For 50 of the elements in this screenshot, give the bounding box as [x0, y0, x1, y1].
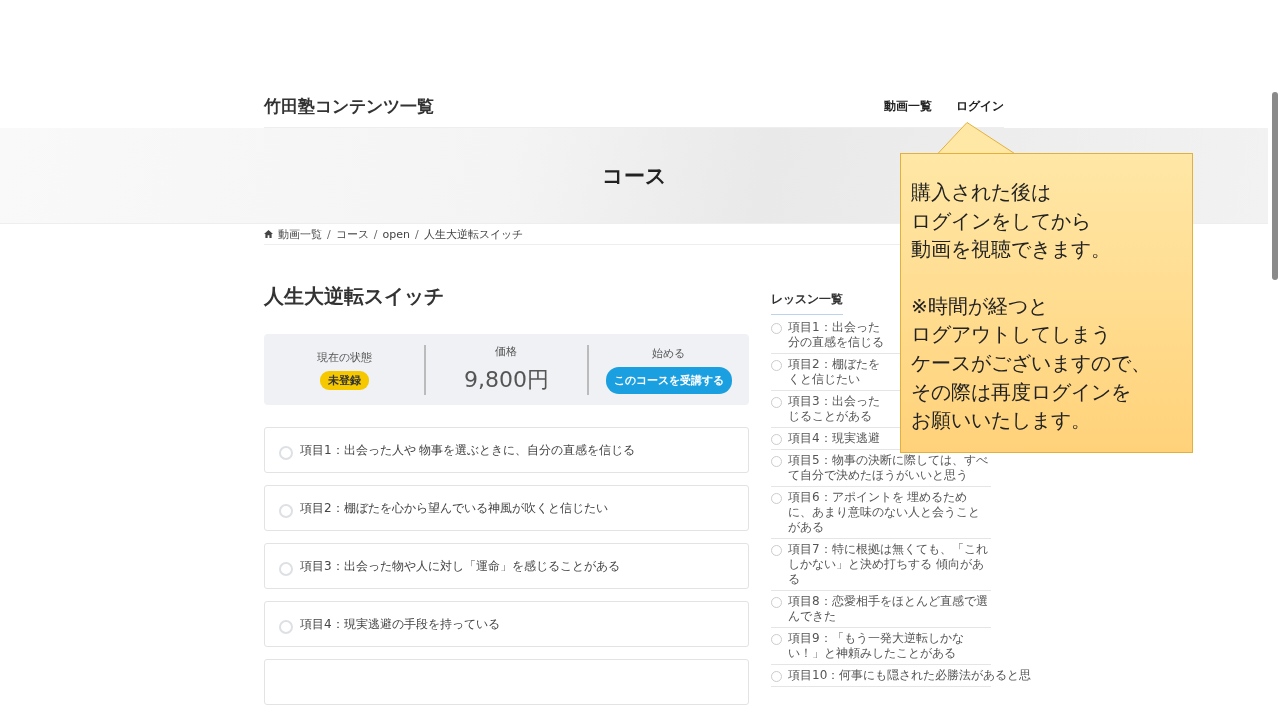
breadcrumb-separator: / — [373, 227, 378, 241]
price-label: 価格 — [495, 344, 518, 359]
lesson-link[interactable]: 項目7：特に根拠は無くても、「これしかない」と決め打ちする 傾向がある — [788, 542, 991, 587]
home-icon[interactable] — [264, 230, 273, 238]
nav-link[interactable]: 動画一覧 — [884, 97, 932, 115]
lesson-card[interactable]: 項目4：現実逃避の手段を持っている — [264, 601, 749, 647]
breadcrumb-link[interactable]: 動画一覧 — [278, 226, 322, 242]
callout-text: お願いいたします。 — [911, 407, 1092, 435]
page-heading: コース — [601, 162, 667, 190]
sidebar-title: レッスン一覧 — [771, 291, 843, 315]
status-badge: 未登録 — [319, 370, 369, 390]
lesson-card[interactable] — [264, 659, 749, 705]
lesson-card[interactable]: 項目2：棚ぼたを心から望んでいる神風が吹くと信じたい — [264, 485, 749, 531]
lesson-link[interactable]: じることがある — [788, 409, 872, 424]
lesson-title: 項目3：出会った物や人に対し「運命」を感じることがある — [300, 557, 620, 575]
lesson-link[interactable]: 項目2：棚ぼたを — [788, 357, 880, 372]
breadcrumb-separator: / — [414, 227, 419, 241]
nav-link[interactable]: ログイン — [956, 97, 1004, 115]
lesson-title: 項目1：出会った人や 物事を選ぶときに、自分の直感を信じる — [300, 441, 636, 459]
callout-text: ※時間が経つと — [911, 292, 1049, 320]
lesson-card[interactable]: 項目1：出会った人や 物事を選ぶときに、自分の直感を信じる — [264, 427, 749, 473]
lesson-link[interactable]: 項目8：恋愛相手をほとんど直感で選んできた — [788, 594, 991, 624]
callout-text: ログインをしてから — [911, 207, 1092, 235]
price-value: 9,800円 — [464, 366, 549, 394]
breadcrumb-current: 人生大逆転スイッチ — [423, 226, 523, 242]
lesson-link[interactable]: 項目1：出会った — [788, 320, 880, 335]
lesson-link[interactable]: 項目10：何事にも隠された必勝法があると思 — [788, 668, 1032, 683]
callout-text: ケースがございますので、 — [911, 349, 1152, 377]
lesson-card[interactable]: 項目3：出会った物や人に対し「運命」を感じることがある — [264, 543, 749, 589]
lesson-link[interactable]: 項目5：物事の決断に際しては、すべて自分で決めたほうがいいと思う — [788, 453, 991, 483]
callout-text: その際は再度ログインを — [911, 378, 1132, 406]
lesson-title: 項目2：棚ぼたを心から望んでいる神風が吹くと信じたい — [300, 499, 608, 517]
lesson-link[interactable]: 項目4：現実逃避 — [788, 431, 880, 446]
callout-text: ログアウトしてしまう — [911, 321, 1112, 349]
lesson-link[interactable]: くと信じたい — [788, 372, 860, 387]
breadcrumb-link[interactable]: open — [382, 227, 410, 241]
start-label: 始める — [652, 345, 686, 361]
lesson-link[interactable]: 項目3：出会った — [788, 394, 880, 409]
lesson-title: 項目4：現実逃避の手段を持っている — [300, 615, 500, 633]
course-title: 人生大逆転スイッチ — [264, 283, 445, 310]
lesson-link[interactable]: 項目9：「もう一発大逆転しかない！」と神頼みしたことがある — [788, 631, 991, 661]
lesson-link[interactable]: 項目6：アポイントを 埋めるために、あまり意味のない人と会うことがある — [788, 490, 991, 535]
callout-text: 動画を視聴できます。 — [911, 236, 1112, 264]
lesson-link[interactable]: 分の直感を信じる — [788, 335, 884, 350]
breadcrumb-link[interactable]: コース — [335, 226, 369, 242]
callout-text: 購入された後は — [911, 179, 1052, 206]
scrollbar[interactable] — [1272, 92, 1278, 280]
breadcrumb-separator: / — [327, 227, 331, 241]
site-title: 竹田塾コンテンツ一覧 — [264, 94, 434, 118]
status-label: 現在の状態 — [316, 349, 372, 365]
